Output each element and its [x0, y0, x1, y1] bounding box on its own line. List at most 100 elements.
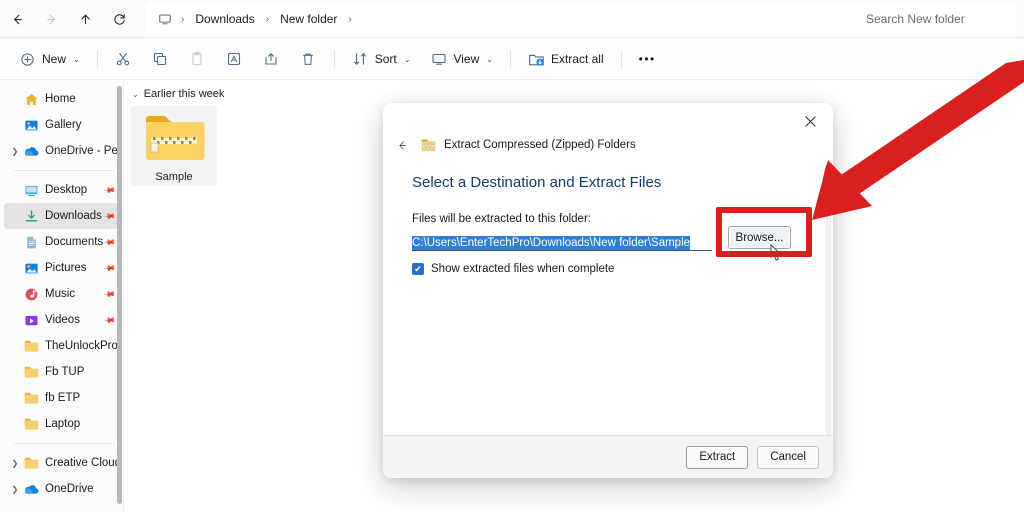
- cut-button[interactable]: [106, 44, 141, 74]
- breadcrumb-separator: ›: [181, 13, 185, 25]
- rename-button[interactable]: [217, 44, 252, 74]
- sidebar-item-creative-cloud-f[interactable]: ❯ Creative Cloud F: [4, 450, 118, 476]
- pin-icon[interactable]: 📌: [102, 312, 118, 327]
- extract-all-button[interactable]: Extract all: [519, 44, 613, 74]
- sort-icon: [352, 51, 369, 68]
- extract-all-label: Extract all: [550, 52, 604, 66]
- pin-icon[interactable]: 📌: [102, 286, 118, 301]
- sidebar-item-label: Downloads: [45, 210, 102, 222]
- breadcrumb-downloads[interactable]: Downloads: [189, 9, 260, 29]
- chevron-down-icon: ⌄: [403, 54, 411, 64]
- breadcrumb-new-folder[interactable]: New folder: [274, 9, 343, 29]
- sidebar-item-home[interactable]: ❯Home: [4, 86, 118, 112]
- destination-path-input[interactable]: C:\Users\EnterTechPro\Downloads\New fold…: [412, 233, 712, 251]
- trash-icon: [300, 51, 317, 68]
- pin-icon[interactable]: 📌: [102, 234, 118, 249]
- sidebar-item-fb-etp[interactable]: ❯fb ETP: [4, 385, 118, 411]
- folder-icon: [22, 454, 40, 472]
- sidebar-item-onedrive-perso[interactable]: ❯ OneDrive - Perso: [4, 138, 118, 164]
- forward-button[interactable]: [34, 4, 68, 34]
- paste-button[interactable]: [180, 44, 215, 74]
- pin-icon[interactable]: 📌: [102, 260, 118, 275]
- group-header[interactable]: ⌄ Earlier this week: [132, 88, 1024, 100]
- sort-button[interactable]: Sort ⌄: [343, 44, 420, 74]
- onedrive-icon: [22, 142, 40, 160]
- browse-button-label: Browse...: [735, 231, 784, 244]
- toolbar-separator: [333, 50, 335, 68]
- checkmark-icon: ✔: [414, 263, 422, 274]
- sidebar-item-label: fb ETP: [45, 392, 81, 404]
- toolbar-separator: [509, 50, 511, 68]
- sidebar-item-videos[interactable]: ❯Videos📌: [4, 307, 118, 333]
- new-button[interactable]: New ⌄: [10, 44, 89, 74]
- dialog-title: Extract Compressed (Zipped) Folders: [444, 139, 636, 151]
- search-placeholder: Search New folder: [866, 12, 965, 26]
- chevron-right-icon[interactable]: ❯: [8, 485, 22, 494]
- dialog-footer: Extract Cancel: [383, 435, 833, 478]
- show-extracted-checkbox-row[interactable]: ✔ Show extracted files when complete: [412, 263, 614, 275]
- sidebar-scrollbar[interactable]: [117, 86, 122, 504]
- documents-icon: [22, 233, 40, 251]
- sidebar-item-label: Pictures: [45, 262, 87, 274]
- sidebar-item-gallery[interactable]: ❯Gallery: [4, 112, 118, 138]
- plus-circle-icon: [19, 51, 36, 68]
- up-button[interactable]: [68, 4, 102, 34]
- destination-label: Files will be extracted to this folder:: [412, 213, 591, 225]
- sort-label: Sort: [374, 52, 397, 66]
- cancel-button[interactable]: Cancel: [757, 445, 819, 469]
- folder-icon: [22, 363, 40, 381]
- copy-icon: [152, 51, 169, 68]
- chevron-down-icon: ⌄: [486, 54, 493, 64]
- back-button[interactable]: [0, 4, 34, 34]
- show-extracted-checkbox[interactable]: ✔: [412, 263, 424, 275]
- toolbar-separator: [96, 50, 98, 68]
- sidebar-item-label: OneDrive - Perso: [45, 145, 118, 157]
- file-name-label: Sample: [155, 171, 193, 183]
- sidebar-item-music[interactable]: ❯Music📌: [4, 281, 118, 307]
- sidebar-item-laptop[interactable]: ❯Laptop: [4, 411, 118, 437]
- extract-button-label: Extract: [699, 451, 736, 463]
- sidebar-item-label: Desktop: [45, 184, 88, 196]
- sidebar-item-downloads[interactable]: ❯Downloads📌: [4, 203, 118, 229]
- sidebar-item-desktop[interactable]: ❯Desktop📌: [4, 177, 118, 203]
- sidebar-item-label: Laptop: [45, 418, 81, 430]
- group-header-label: Earlier this week: [143, 88, 225, 100]
- chevron-down-icon: ⌄: [132, 89, 139, 99]
- dialog-back-button[interactable]: [391, 134, 413, 156]
- pin-icon[interactable]: 📌: [102, 182, 118, 197]
- copy-button[interactable]: [143, 44, 178, 74]
- view-label: View: [453, 52, 480, 66]
- file-explorer-window: › Downloads › New folder › Search New fo…: [0, 0, 1024, 512]
- sidebar-item-label: Gallery: [45, 119, 82, 131]
- breadcrumb-separator: ›: [265, 13, 270, 25]
- sidebar-item-pictures[interactable]: ❯Pictures📌: [4, 255, 118, 281]
- navigation-bar: › Downloads › New folder › Search New fo…: [0, 0, 1024, 38]
- share-button[interactable]: [254, 44, 289, 74]
- sidebar-item-onedrive[interactable]: ❯ OneDrive: [4, 476, 118, 502]
- dialog-heading: Select a Destination and Extract Files: [412, 174, 662, 191]
- extract-button[interactable]: Extract: [686, 445, 749, 469]
- sidebar-item-label: OneDrive: [45, 483, 94, 495]
- view-button[interactable]: View ⌄: [421, 44, 502, 74]
- desktop-icon: [22, 181, 40, 199]
- file-tile-sample[interactable]: Sample: [131, 106, 217, 186]
- address-bar[interactable]: › Downloads › New folder ›: [146, 4, 866, 34]
- dialog-scrollbar[interactable]: [826, 201, 831, 441]
- sidebar-item-label: Fb TUP: [45, 366, 85, 378]
- refresh-button[interactable]: [102, 4, 136, 34]
- sidebar-item-documents[interactable]: ❯Documents📌: [4, 229, 118, 255]
- pictures-icon: [22, 259, 40, 277]
- sidebar-item-theunlockpro[interactable]: ❯TheUnlockPro: [4, 333, 118, 359]
- chevron-right-icon[interactable]: ❯: [8, 147, 22, 156]
- download-icon: [22, 207, 40, 225]
- onedrive-icon: [22, 480, 40, 498]
- dialog-close-button[interactable]: [793, 109, 827, 133]
- delete-button[interactable]: [291, 44, 326, 74]
- sidebar-item-fb-tup[interactable]: ❯Fb TUP: [4, 359, 118, 385]
- overflow-button[interactable]: •••: [630, 44, 665, 74]
- pin-icon[interactable]: 📌: [102, 208, 118, 223]
- search-input[interactable]: Search New folder: [856, 4, 1016, 34]
- zipped-folder-icon: [143, 112, 205, 169]
- cancel-button-label: Cancel: [770, 451, 806, 463]
- chevron-right-icon[interactable]: ❯: [8, 459, 22, 468]
